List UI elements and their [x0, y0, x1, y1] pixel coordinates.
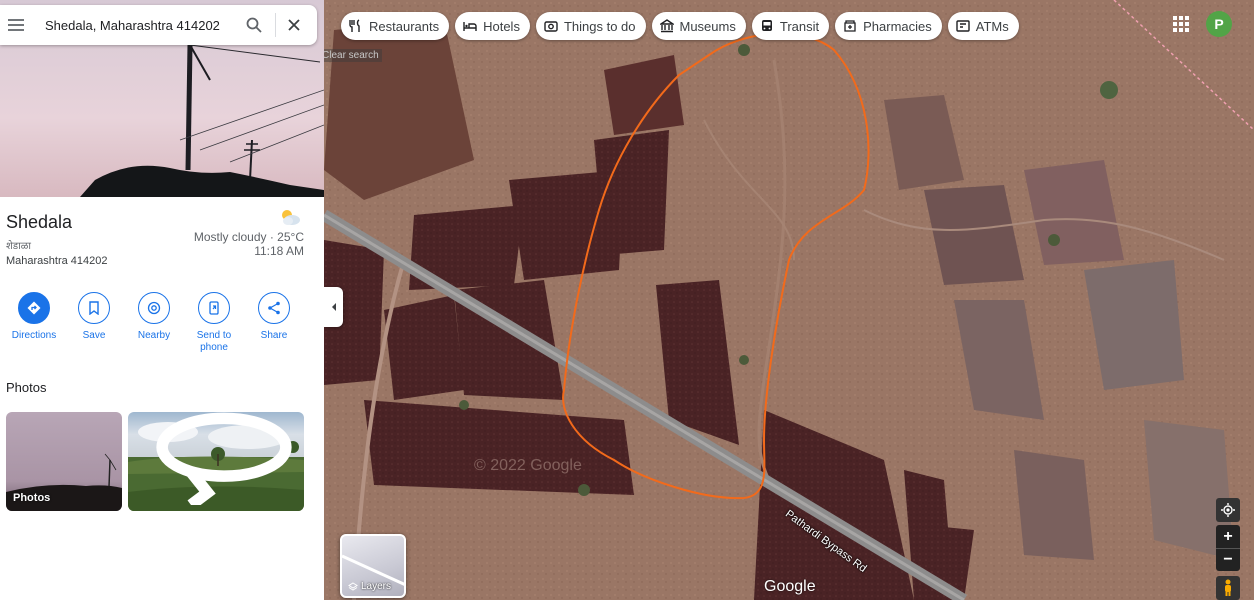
account-avatar[interactable]: P: [1206, 11, 1232, 37]
category-chips: Restaurants Hotels Things to do Museums …: [341, 12, 1019, 40]
share-icon: [268, 301, 280, 315]
chip-hotels[interactable]: Hotels: [455, 12, 530, 40]
action-label: Send to phone: [196, 330, 232, 353]
pegman-icon: [1225, 579, 1231, 596]
chip-pharmacies[interactable]: Pharmacies: [835, 12, 942, 40]
museum-icon: [659, 19, 674, 33]
street-view-360-icon: [156, 412, 292, 505]
save-button[interactable]: Save: [64, 292, 124, 354]
fork-knife-icon: [349, 19, 363, 33]
chevron-left-icon: [331, 303, 336, 311]
chip-transit[interactable]: Transit: [751, 12, 830, 40]
place-native-name: शेडाळा: [6, 241, 31, 252]
chip-label: Museums: [679, 18, 736, 34]
partly-cloudy-icon: [282, 210, 300, 225]
crosshair-icon: [1221, 503, 1235, 517]
zoom-out-button[interactable]: −: [1216, 548, 1240, 571]
weather-time: 11:18 AM: [254, 244, 304, 258]
photos-heading: Photos: [6, 380, 47, 395]
street-view-pegman-button[interactable]: [1216, 576, 1240, 600]
clear-search-tooltip: Clear search: [319, 49, 382, 62]
nearby-button[interactable]: Nearby: [124, 292, 184, 354]
action-buttons: Directions Save Nearby Send to phone Sha…: [4, 292, 304, 354]
photos-tile-label: Photos: [13, 492, 51, 504]
action-label: Share: [260, 330, 288, 341]
photo-tile-street-view[interactable]: [128, 412, 304, 511]
apps-grid-icon[interactable]: [1172, 15, 1190, 33]
photo-tile-photos[interactable]: Photos: [6, 412, 122, 511]
chip-label: ATMs: [975, 18, 1009, 34]
chip-museums[interactable]: Museums: [651, 12, 746, 40]
action-label: Save: [82, 330, 106, 341]
hamburger-menu-icon[interactable]: [0, 5, 32, 45]
map-watermark: © 2022 Google: [474, 457, 582, 474]
layers-toggle[interactable]: Layers: [340, 534, 406, 598]
chip-label: Pharmacies: [863, 18, 932, 34]
bookmark-icon: [89, 301, 99, 315]
chip-restaurants[interactable]: Restaurants: [341, 12, 450, 40]
minus-icon: −: [1223, 551, 1233, 568]
directions-icon: [27, 301, 41, 315]
close-icon[interactable]: [276, 5, 312, 45]
search-input[interactable]: [45, 17, 235, 33]
place-title: Shedala: [6, 212, 73, 232]
chip-label: Restaurants: [369, 18, 440, 34]
layers-text: Layers: [361, 581, 392, 592]
pharmacy-icon: [843, 19, 857, 33]
chip-label: Things to do: [563, 18, 636, 34]
satellite-map[interactable]: © 2022 Google Pathardi Bypass Rd Google: [324, 0, 1254, 600]
chip-things-to-do[interactable]: Things to do: [535, 12, 646, 40]
atm-icon: [956, 19, 970, 33]
zoom-controls: + −: [1216, 525, 1240, 571]
weather-condition: Mostly cloudy · 25°C: [193, 230, 304, 244]
google-logo: Google: [764, 578, 816, 595]
chip-label: Transit: [779, 18, 820, 34]
directions-button[interactable]: Directions: [4, 292, 64, 354]
place-region: Maharashtra 414202: [6, 255, 108, 267]
my-location-button[interactable]: [1216, 498, 1240, 522]
zoom-in-button[interactable]: +: [1216, 525, 1240, 548]
action-label: Directions: [11, 330, 57, 341]
chip-label: Hotels: [483, 18, 520, 34]
send-to-phone-icon: [209, 301, 219, 315]
nearby-icon: [147, 301, 161, 315]
layers-label-group: Layers: [348, 581, 391, 592]
send-to-phone-button[interactable]: Send to phone: [184, 292, 244, 354]
plus-icon: +: [1223, 527, 1233, 545]
search-icon[interactable]: [239, 5, 269, 45]
layers-icon: [348, 581, 358, 591]
action-label: Nearby: [137, 330, 171, 341]
camera-icon: [544, 19, 558, 33]
bed-icon: [463, 19, 477, 33]
bus-icon: [760, 19, 774, 33]
share-button[interactable]: Share: [244, 292, 304, 354]
chip-atms[interactable]: ATMs: [947, 12, 1019, 40]
search-box: [0, 5, 317, 45]
place-panel: Shedala शेडाळा Maharashtra 414202 Mostly…: [0, 0, 324, 600]
collapse-panel-button[interactable]: [324, 287, 343, 327]
